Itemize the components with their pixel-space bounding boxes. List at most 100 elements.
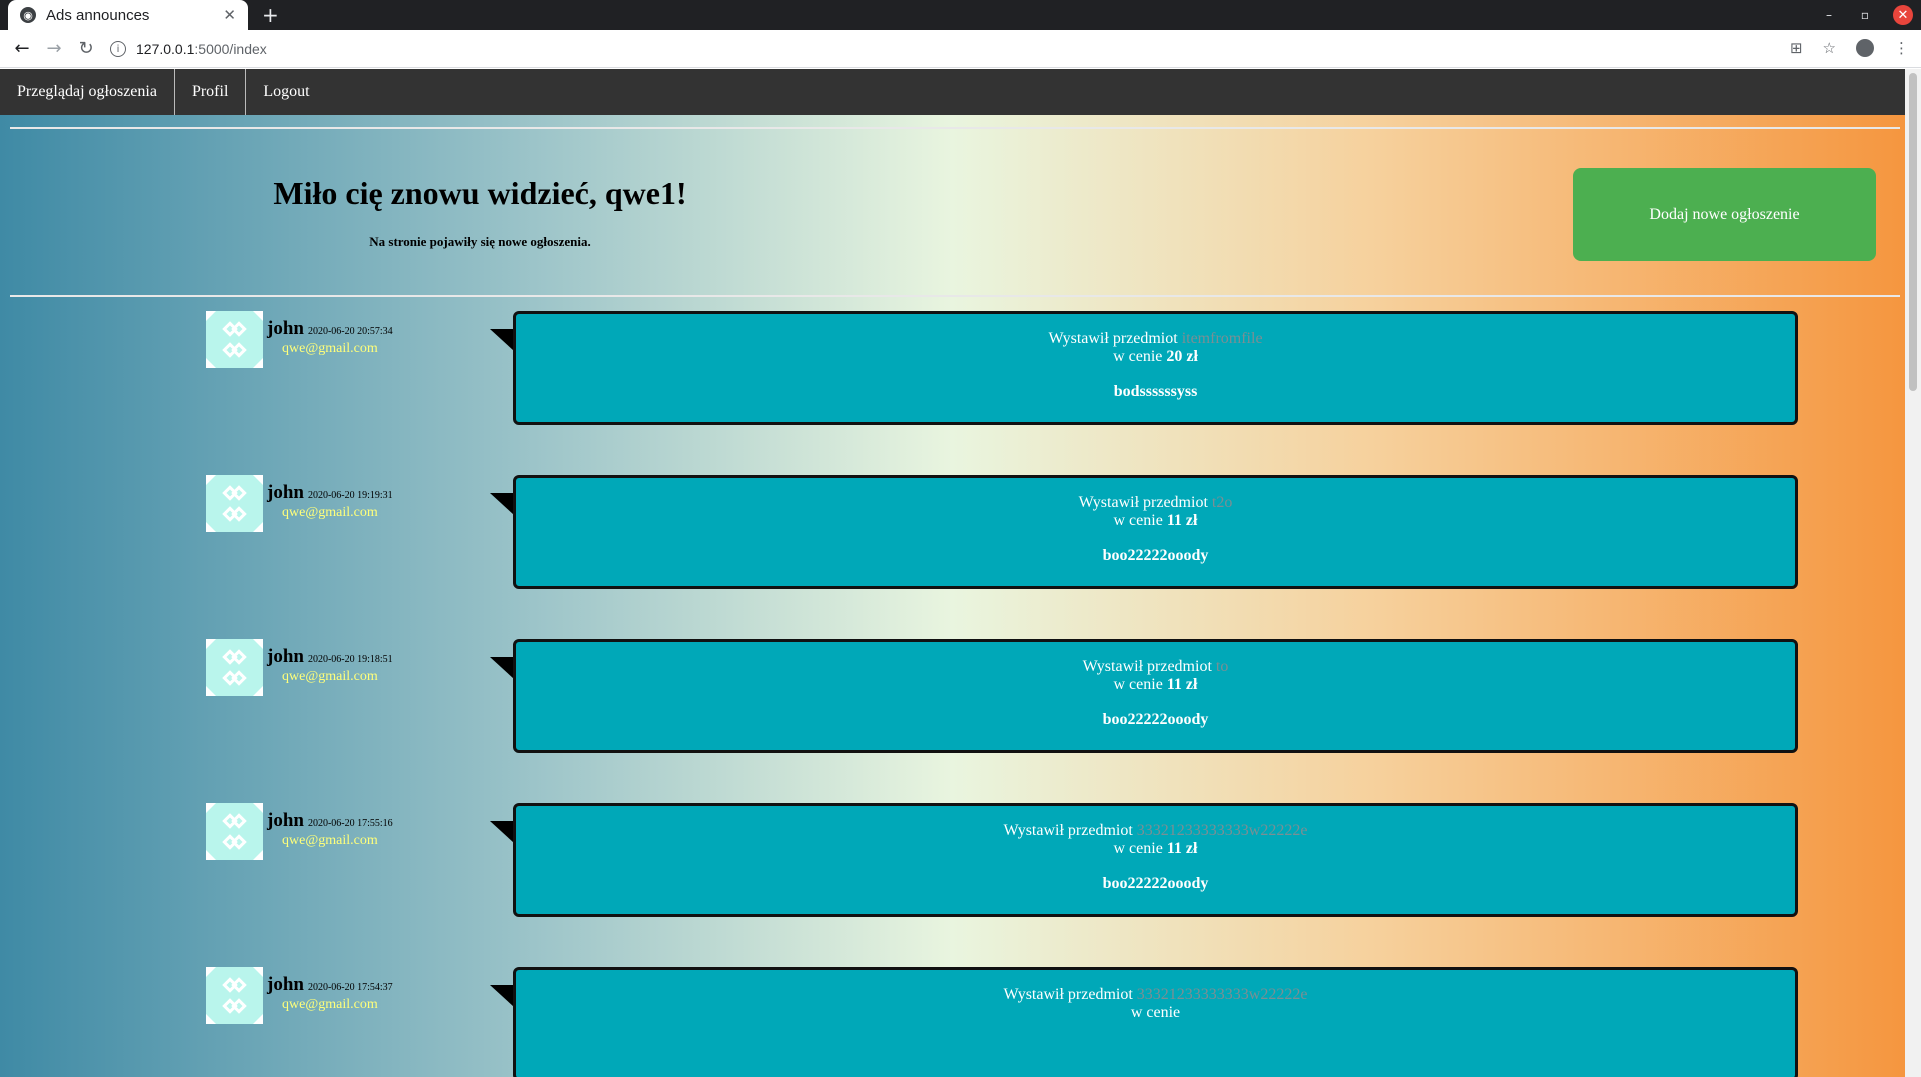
ad-description: boo22222ooody <box>1102 875 1209 892</box>
ad-item-line: Wystawił przedmiot 33321233333333w22222e <box>516 822 1795 840</box>
ad-description: boo22222ooody <box>1102 711 1209 728</box>
ad-item-line: Wystawił przedmiot 33321233333333w22222e <box>516 986 1795 1004</box>
ad-item-name[interactable]: itemfromfile <box>1182 330 1263 347</box>
username: john <box>267 318 304 339</box>
user-email[interactable]: qwe@gmail.com <box>282 669 378 685</box>
page-scrollbar[interactable] <box>1905 69 1921 1077</box>
browser-tab[interactable]: ◉ Ads announces ✕ <box>8 0 248 30</box>
bubble-tail <box>490 493 514 515</box>
nav-profile-link[interactable]: Profil <box>175 69 247 115</box>
address-bar[interactable]: i 127.0.0.1:5000/index <box>110 35 1750 63</box>
user-email[interactable]: qwe@gmail.com <box>282 833 378 849</box>
ad-price-line: w cenie 20 zł <box>516 348 1795 366</box>
welcome-heading: Miło cię znowu widzieć, qwe1! <box>273 175 687 211</box>
user-email[interactable]: qwe@gmail.com <box>282 505 378 521</box>
avatar <box>206 475 263 532</box>
ad-description: boo22222ooody <box>1102 547 1209 564</box>
restore-icon[interactable]: ▫ <box>1857 8 1873 22</box>
ad-item: john 2020-06-20 19:18:51 qwe@gmail.com Wys… <box>206 639 1800 753</box>
nav-logout-link[interactable]: Logout <box>246 69 326 115</box>
url-text: 127.0.0.1:5000/index <box>136 41 267 57</box>
ad-price: 11 zł <box>1166 840 1198 857</box>
bookmark-star-icon[interactable]: ☆ <box>1823 39 1836 57</box>
globe-icon: ◉ <box>20 7 36 23</box>
browser-tabstrip: ◉ Ads announces ✕ + – ▫ ✕ <box>0 0 1921 30</box>
bubble-tail <box>490 329 514 351</box>
welcome-subtitle: Na stronie pojawiły się nowe ogłoszenia. <box>369 234 591 249</box>
ad-item: john 2020-06-20 17:55:16 qwe@gmail.com Wys… <box>206 803 1800 917</box>
back-arrow-icon[interactable]: ← <box>6 38 38 59</box>
ad-prefix: Wystawił przedmiot <box>1082 658 1212 675</box>
ad-bubble: Wystawił przedmiot itemfromfile w cenie 2… <box>513 311 1798 425</box>
ad-item-name[interactable]: t2o <box>1212 494 1232 511</box>
add-ad-button[interactable]: Dodaj nowe ogłoszenie <box>1573 168 1876 261</box>
ad-bubble: Wystawił przedmiot to w cenie 11 zł boo222… <box>513 639 1798 753</box>
url-path: :5000/index <box>194 41 267 57</box>
ad-price-line: w cenie <box>516 1004 1795 1022</box>
username: john <box>267 974 304 995</box>
reload-icon[interactable]: ↻ <box>70 38 102 59</box>
ad-item-name[interactable]: 33321233333333w22222e <box>1137 822 1308 839</box>
profile-icon[interactable] <box>1856 39 1874 57</box>
ad-bubble: Wystawił przedmiot 33321233333333w22222e… <box>513 803 1798 917</box>
divider-top <box>10 127 1900 129</box>
ad-user: john 2020-06-20 17:54:37 <box>267 974 393 996</box>
ad-date: 2020-06-20 19:18:51 <box>307 654 393 665</box>
avatar <box>206 967 263 1024</box>
ad-price-prefix: w cenie <box>1113 840 1163 857</box>
bubble-tail <box>490 657 514 679</box>
ad-bubble: Wystawił przedmiot t2o w cenie 11 zł boo22… <box>513 475 1798 589</box>
new-tab-icon[interactable]: + <box>262 3 279 27</box>
menu-kebab-icon[interactable]: ⋮ <box>1894 39 1909 57</box>
info-icon[interactable]: i <box>110 41 126 57</box>
ad-date: 2020-06-20 17:55:16 <box>307 818 393 829</box>
ad-item-name[interactable]: 33321233333333w22222e <box>1137 986 1308 1003</box>
user-email[interactable]: qwe@gmail.com <box>282 341 378 357</box>
ad-price-line: w cenie 11 zł <box>516 676 1795 694</box>
ad-prefix: Wystawił przedmiot <box>1078 494 1208 511</box>
ad-price-prefix: w cenie <box>1113 348 1163 365</box>
tab-close-icon[interactable]: ✕ <box>223 6 236 24</box>
ad-prefix: Wystawił przedmiot <box>1003 822 1133 839</box>
ad-item: john 2020-06-20 17:54:37 qwe@gmail.com Wys… <box>206 967 1800 1077</box>
ad-price: 20 zł <box>1166 348 1198 365</box>
ad-price-prefix: w cenie <box>1113 512 1163 529</box>
ad-user: john 2020-06-20 17:55:16 <box>267 810 393 832</box>
ad-date: 2020-06-20 17:54:37 <box>307 982 393 993</box>
scrollbar-thumb[interactable] <box>1909 73 1917 391</box>
ad-user: john 2020-06-20 19:19:31 <box>267 482 393 504</box>
avatar <box>206 311 263 368</box>
ad-date: 2020-06-20 19:19:31 <box>307 490 393 501</box>
ad-user: john 2020-06-20 20:57:34 <box>267 318 393 340</box>
bubble-tail <box>490 821 514 843</box>
ad-description: bodssssssyss <box>1113 383 1198 400</box>
nav-browse-link[interactable]: Przeglądaj ogłoszenia <box>0 69 175 115</box>
forward-arrow-icon[interactable]: → <box>38 38 70 59</box>
username: john <box>267 482 304 503</box>
site-nav: Przeglądaj ogłoszenia Profil Logout <box>0 69 1905 115</box>
ad-item-line: Wystawił przedmiot itemfromfile <box>516 330 1795 348</box>
window-controls: – ▫ ✕ <box>1821 5 1913 25</box>
ad-item: john 2020-06-20 19:19:31 qwe@gmail.com Wys… <box>206 475 1800 589</box>
divider-bottom <box>10 295 1900 297</box>
ad-item-name[interactable]: to <box>1216 658 1228 675</box>
close-window-icon[interactable]: ✕ <box>1893 5 1913 25</box>
ad-price-line: w cenie 11 zł <box>516 512 1795 530</box>
ad-price: 11 zł <box>1166 676 1198 693</box>
minimize-icon[interactable]: – <box>1821 8 1837 22</box>
toolbar-actions: ⊞ ☆ ⋮ <box>1790 39 1909 57</box>
bubble-tail <box>490 985 514 1007</box>
ad-prefix: Wystawił przedmiot <box>1003 986 1133 1003</box>
username: john <box>267 810 304 831</box>
ad-price-line: w cenie 11 zł <box>516 840 1795 858</box>
avatar <box>206 639 263 696</box>
ad-user: john 2020-06-20 19:18:51 <box>267 646 393 668</box>
user-email[interactable]: qwe@gmail.com <box>282 997 378 1013</box>
ad-item: john 2020-06-20 20:57:34 qwe@gmail.com Wys… <box>206 311 1800 425</box>
ad-item-line: Wystawił przedmiot to <box>516 658 1795 676</box>
translate-icon[interactable]: ⊞ <box>1790 39 1803 57</box>
ad-bubble: Wystawił przedmiot 33321233333333w22222e… <box>513 967 1798 1077</box>
browser-toolbar: ← → ↻ i 127.0.0.1:5000/index ⊞ ☆ ⋮ <box>0 30 1921 68</box>
tab-title: Ads announces <box>46 6 150 24</box>
ad-prefix: Wystawił przedmiot <box>1048 330 1178 347</box>
